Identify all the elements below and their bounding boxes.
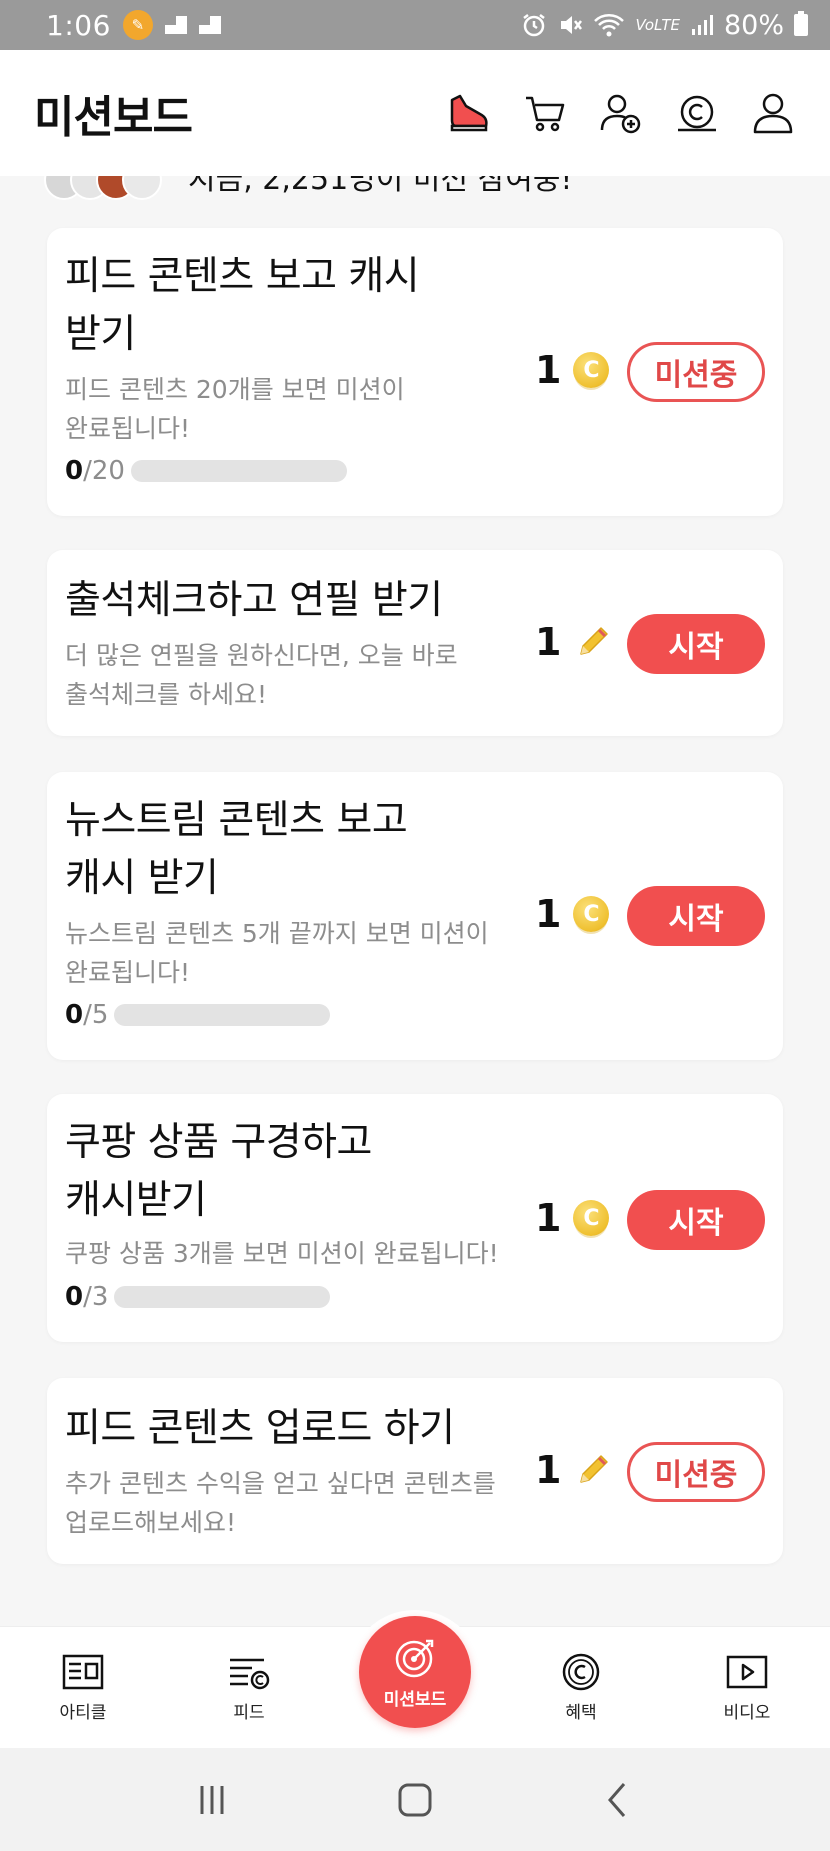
home-icon[interactable] — [395, 1780, 435, 1820]
app-notification-icon: ✎ — [122, 10, 153, 40]
pencil-icon — [580, 627, 609, 655]
nav-label: 미션보드 — [383, 1689, 447, 1710]
benefit-coin-icon — [562, 1653, 600, 1691]
back-icon[interactable] — [598, 1780, 638, 1820]
mission-ongoing-button[interactable]: 미션중 — [627, 342, 765, 402]
alarm-icon — [523, 14, 546, 37]
add-friend-icon[interactable] — [598, 90, 644, 136]
cash-coin-icon: C — [573, 1200, 610, 1236]
mission-card[interactable]: 피드 콘텐츠 업로드 하기 추가 콘텐츠 수익을 얻고 싶다면 콘텐츠를 업로드… — [47, 1378, 783, 1564]
participants-banner: 지금, 2,251명이 미션 참여중! — [44, 176, 572, 206]
mission-description: 뉴스트림 콘텐츠 5개 끝까지 보면 미션이 완료됩니다! — [65, 919, 489, 987]
mission-title: 출석체크하고 연필 받기 — [65, 578, 443, 623]
mission-start-button[interactable]: 시작 — [627, 614, 765, 674]
status-bar: 1:06 ✎ VoLTE 80% — [0, 0, 830, 50]
mission-card[interactable]: 출석체크하고 연필 받기 더 많은 연필을 원하신다면, 오늘 바로 출석체크를… — [47, 550, 783, 736]
notification-icon — [164, 16, 187, 34]
nav-label: 비디오 — [723, 1703, 771, 1723]
battery-level: 80% — [723, 9, 784, 41]
participants-text: 지금, 2,251명이 미션 참여중! — [188, 176, 573, 197]
nav-item-video[interactable]: 비디오 — [664, 1627, 830, 1749]
feed-icon — [230, 1658, 270, 1690]
app-header: 미션보드 — [0, 50, 830, 176]
nav-item-article[interactable]: 아티클 — [0, 1627, 166, 1749]
page-title: 미션보드 — [34, 92, 193, 143]
mission-title: 피드 콘텐츠 보고 캐시 받기 — [65, 254, 420, 357]
mission-list[interactable]: 지금, 2,251명이 미션 참여중! 피드 콘텐츠 보고 캐시 받기 피드 콘… — [0, 176, 830, 1626]
recent-apps-icon[interactable] — [192, 1780, 232, 1820]
pencil-icon — [580, 1455, 609, 1483]
header-actions — [446, 90, 796, 136]
progress-bar — [114, 1004, 331, 1026]
mission-ongoing-button[interactable]: 미션중 — [627, 1442, 765, 1502]
profile-icon[interactable] — [750, 90, 796, 136]
mission-card[interactable]: 뉴스트림 콘텐츠 보고 캐시 받기 뉴스트림 콘텐츠 5개 끝까지 보면 미션이… — [47, 772, 783, 1060]
avatar — [122, 176, 162, 200]
progress-bar — [130, 460, 347, 482]
notification-icon — [198, 16, 221, 34]
nav-label: 피드 — [233, 1703, 265, 1723]
mission-card[interactable]: 피드 콘텐츠 보고 캐시 받기 피드 콘텐츠 20개를 보면 미션이 완료됩니다… — [47, 228, 783, 516]
nav-item-feed[interactable]: 피드 — [166, 1627, 332, 1749]
nav-item-benefit[interactable]: 혜택 — [498, 1627, 664, 1749]
volte-icon: VoLTE — [635, 16, 680, 34]
mission-progress: 0/20 — [65, 456, 347, 486]
clock: 1:06 — [46, 8, 111, 42]
mission-progress: 0/3 — [65, 1282, 331, 1312]
system-nav-bar — [0, 1748, 830, 1851]
nav-label: 아티클 — [59, 1703, 107, 1723]
mission-description: 쿠팡 상품 3개를 보면 미션이 완료됩니다! — [65, 1239, 499, 1268]
mission-start-button[interactable]: 시작 — [627, 1190, 765, 1250]
cart-icon[interactable] — [522, 90, 568, 136]
nav-label: 혜택 — [565, 1703, 597, 1723]
mission-title: 쿠팡 상품 구경하고 캐시받기 — [65, 1120, 372, 1223]
mission-description: 더 많은 연필을 원하신다면, 오늘 바로 출석체크를 하세요! — [65, 641, 458, 709]
wifi-icon — [594, 14, 625, 37]
article-icon — [62, 1654, 104, 1690]
mission-reward: 1 — [535, 1448, 613, 1492]
mute-icon — [561, 16, 583, 34]
mission-progress: 0/5 — [65, 1000, 331, 1030]
video-play-icon — [726, 1655, 768, 1689]
sneaker-icon[interactable] — [446, 90, 492, 136]
progress-bar — [114, 1286, 331, 1308]
cash-coin-icon[interactable] — [674, 90, 720, 136]
nav-item-missionboard[interactable]: 미션보드 — [359, 1616, 471, 1728]
mission-reward: 1 — [535, 620, 613, 664]
cash-coin-icon: C — [573, 352, 610, 388]
mission-title: 피드 콘텐츠 업로드 하기 — [65, 1406, 455, 1451]
mission-reward: 1 C — [535, 1196, 610, 1240]
mission-title: 뉴스트림 콘텐츠 보고 캐시 받기 — [65, 798, 408, 901]
mission-reward: 1 C — [535, 348, 610, 392]
cash-coin-icon: C — [573, 896, 610, 932]
battery-icon — [794, 11, 808, 36]
mission-card[interactable]: 쿠팡 상품 구경하고 캐시받기 쿠팡 상품 3개를 보면 미션이 완료됩니다! … — [47, 1094, 783, 1342]
mission-description: 추가 콘텐츠 수익을 얻고 싶다면 콘텐츠를 업로드해보세요! — [65, 1469, 496, 1537]
signal-icon — [691, 15, 713, 35]
mission-reward: 1 C — [535, 892, 610, 936]
participant-avatars — [44, 176, 174, 200]
mission-start-button[interactable]: 시작 — [627, 886, 765, 946]
target-icon — [395, 1639, 434, 1677]
mission-description: 피드 콘텐츠 20개를 보면 미션이 완료됩니다! — [65, 375, 405, 443]
